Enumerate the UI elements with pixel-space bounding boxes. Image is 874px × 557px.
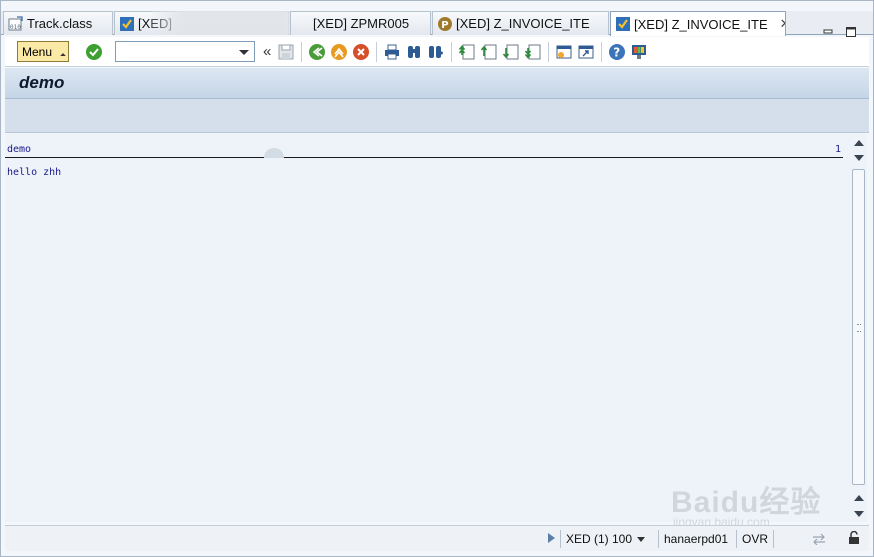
sap-program-icon — [616, 17, 630, 31]
application-toolbar — [5, 99, 869, 133]
toolbar-separator — [376, 41, 378, 62]
tab-label: [XED] ZPMR005 — [313, 16, 410, 31]
page-up-button[interactable] — [853, 492, 864, 503]
editor-tab-bar: 010 Track.class [XED] [XED] ZPMR005 P [X… — [1, 11, 873, 37]
last-page-icon[interactable] — [524, 43, 542, 61]
tab-label: [XED] Z_INVOICE_ITE — [456, 16, 590, 31]
back-icon[interactable] — [308, 43, 326, 61]
host-name: hanaerpd01 — [664, 532, 729, 546]
toolbar-separator — [451, 41, 453, 62]
first-page-icon[interactable] — [458, 43, 476, 61]
insert-mode[interactable]: OVR — [742, 532, 768, 546]
status-separator — [736, 530, 737, 548]
cancel-icon[interactable] — [352, 43, 370, 61]
layout-menu-icon[interactable] — [630, 43, 648, 61]
tab-label: [XED] Z_INVOICE_ITE — [634, 16, 768, 32]
play-icon[interactable] — [548, 533, 555, 543]
scroll-thumb[interactable] — [852, 169, 865, 485]
toolbar-separator — [301, 41, 303, 62]
toolbar-separator — [601, 41, 603, 62]
sap-package-icon: P — [438, 16, 452, 31]
vertical-scrollbar[interactable] — [850, 134, 867, 522]
svg-text:?: ? — [614, 45, 621, 59]
new-session-icon[interactable] — [555, 43, 573, 61]
exit-icon[interactable] — [330, 43, 348, 61]
system-info: XED (1) 100 — [566, 532, 633, 546]
grip-icon — [857, 324, 861, 332]
list-line[interactable]: hello zhh — [7, 167, 61, 178]
help-icon[interactable]: ? — [608, 43, 626, 61]
chevron-down-icon — [637, 536, 646, 542]
find-icon[interactable] — [405, 43, 423, 61]
close-icon[interactable]: ✕ — [780, 16, 785, 32]
print-icon[interactable] — [383, 43, 401, 61]
tab-z-invoice-active[interactable]: [XED] Z_INVOICE_ITE ✕ — [610, 11, 786, 36]
transfer-icon — [813, 533, 825, 545]
system-info-dropdown[interactable]: XED (1) 100 — [566, 532, 646, 546]
screen-title-bar: demo — [5, 68, 869, 99]
scroll-up-button[interactable] — [853, 137, 864, 148]
menu-dropdown-indicator — [60, 53, 66, 59]
sap-gui-window: 010 Track.class [XED] [XED] ZPMR005 P [X… — [0, 0, 874, 557]
tab-z-invoice-package[interactable]: P [XED] Z_INVOICE_ITE — [432, 11, 609, 35]
list-header: demo 1 — [5, 138, 843, 158]
previous-page-icon[interactable] — [480, 43, 498, 61]
save-icon[interactable] — [277, 43, 295, 61]
collapse-toolbar-icon[interactable]: « — [263, 43, 271, 60]
tab-label: Track.class — [27, 16, 93, 31]
svg-text:P: P — [441, 20, 448, 31]
find-next-icon[interactable] — [427, 43, 445, 61]
arrow-up-icon — [853, 494, 864, 501]
page-title: demo — [19, 73, 65, 92]
menu-button[interactable]: Menu — [17, 41, 69, 62]
scroll-down-button[interactable] — [853, 508, 864, 519]
status-separator — [560, 530, 561, 548]
command-input[interactable] — [116, 42, 236, 61]
command-field[interactable] — [115, 41, 255, 62]
next-page-icon[interactable] — [502, 43, 520, 61]
java-class-icon: 010 — [8, 15, 23, 31]
tab-zpmr005[interactable]: [XED] ZPMR005 — [290, 11, 431, 35]
sap-program-icon — [120, 16, 134, 31]
page-down-button[interactable] — [853, 152, 864, 163]
menu-button-label: Menu — [22, 44, 53, 59]
status-separator — [773, 530, 774, 548]
svg-text:010: 010 — [10, 24, 21, 31]
shortcut-icon[interactable] — [577, 43, 595, 61]
list-output-area[interactable]: demo 1 hello zhh — [5, 134, 850, 522]
tab-track-class[interactable]: 010 Track.class — [3, 11, 113, 35]
arrow-down-icon — [853, 154, 864, 161]
list-page-number: 1 — [834, 144, 841, 155]
sap-toolbar: Menu « ? — [5, 37, 869, 67]
enter-icon[interactable] — [85, 43, 103, 61]
list-header-title: demo — [7, 144, 32, 155]
status-separator — [658, 530, 659, 548]
chevron-down-icon[interactable] — [239, 50, 249, 55]
toolbar-separator — [548, 41, 550, 62]
lock-icon[interactable] — [848, 531, 860, 545]
status-bar: XED (1) 100 hanaerpd01 OVR — [5, 525, 869, 551]
arrow-up-icon — [853, 139, 864, 146]
arrow-down-icon — [853, 510, 864, 517]
